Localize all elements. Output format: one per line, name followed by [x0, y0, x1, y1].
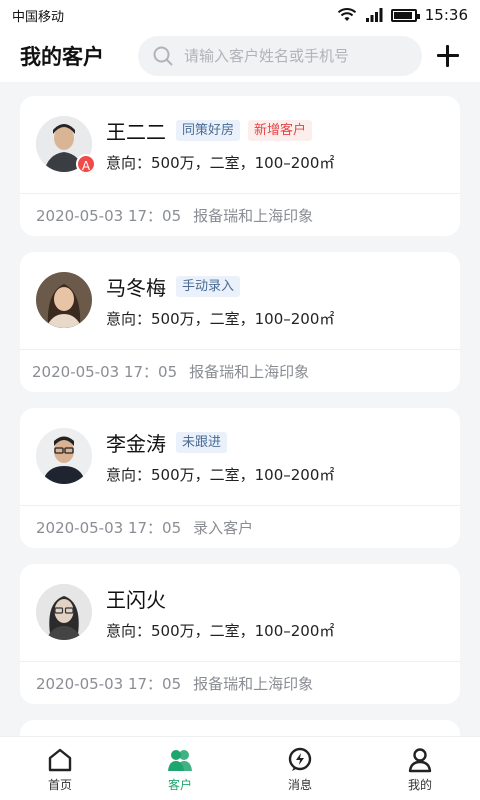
search-icon: [153, 46, 173, 66]
customer-card-main: 马冬梅 手动录入 意向：500万，二室，100–200㎡: [20, 252, 460, 350]
name-row: 王闪火: [106, 584, 444, 612]
record-action: 报备瑞和上海印象: [189, 362, 310, 381]
customer-info: 王闪火 意向：500万，二室，100–200㎡: [106, 584, 444, 661]
tab-home[interactable]: 首页: [0, 737, 120, 800]
customer-card[interactable]: 王闪火 意向：500万，二室，100–200㎡ 2020-05-03 17：05…: [20, 564, 460, 704]
carrier-label: 中国移动: [12, 9, 65, 25]
avatar-wrap: [36, 272, 92, 328]
add-customer-button[interactable]: [434, 42, 462, 70]
signal-icon: [365, 8, 383, 22]
customer-info: 李金涛 未跟进 意向：500万，二室，100–200㎡: [106, 428, 444, 505]
avatar-image: [36, 584, 92, 640]
app-header: 我的客户: [0, 30, 480, 82]
avatar: [36, 584, 92, 640]
avatar-wrap: A: [36, 116, 96, 174]
avatar-badge: A: [76, 154, 96, 174]
avatar: [36, 272, 92, 328]
customer-intent: 意向：500万，二室，100–200㎡: [106, 622, 335, 640]
customer-tag: 手动录入: [176, 275, 241, 297]
wifi-icon: [337, 8, 356, 21]
search-bar[interactable]: [138, 36, 422, 76]
customer-tag: 同策好房: [176, 119, 241, 141]
record-date: 2020-05-03 17：05: [36, 206, 182, 225]
avatar-wrap: [36, 428, 92, 484]
tab-messages[interactable]: 消息: [240, 737, 360, 800]
message-icon: [288, 747, 312, 771]
record-action: 录入客户: [193, 518, 254, 537]
tab-label: 首页: [47, 778, 72, 792]
customer-card-main: 王闪火 意向：500万，二室，100–200㎡: [20, 564, 460, 662]
record-action: 报备瑞和上海印象: [193, 206, 314, 225]
avatar-wrap: [36, 584, 92, 640]
customer-card-footer: 2020-05-03 17：05 报备瑞和上海印象: [20, 194, 460, 236]
status-bar: 中国移动 15:36: [0, 0, 480, 30]
record-date: 2020-05-03 17：05: [36, 674, 182, 693]
tab-customers[interactable]: 客户: [120, 737, 240, 800]
record-date: 2020-05-03 17：05: [32, 362, 178, 381]
customer-intent: 意向：500万，二室，100–200㎡: [106, 466, 335, 484]
customer-card-main: A 王二二 同策好房 新增客户 意向：500万，二室，100–200㎡: [20, 96, 460, 194]
customer-info: 马冬梅 手动录入 意向：500万，二室，100–200㎡: [106, 272, 444, 349]
tab-label: 消息: [287, 778, 312, 792]
customers-icon: [168, 750, 192, 771]
customer-name: 王闪火: [106, 587, 166, 612]
customer-tag: 未跟进: [176, 431, 228, 453]
name-row: 李金涛 未跟进: [106, 428, 444, 456]
customer-intent: 意向：500万，二室，100–200㎡: [106, 310, 335, 328]
customer-list: A 王二二 同策好房 新增客户 意向：500万，二室，100–200㎡ 2020…: [20, 96, 460, 776]
avatar: [36, 428, 92, 484]
record-action: 报备瑞和上海印象: [193, 674, 314, 693]
customer-intent: 意向：500万，二室，100–200㎡: [106, 154, 335, 172]
customer-card-footer: 2020-05-03 17：05 报备瑞和上海印象: [20, 350, 460, 392]
avatar-image: [36, 272, 92, 328]
customer-card[interactable]: 李金涛 未跟进 意向：500万，二室，100–200㎡ 2020-05-03 1…: [20, 408, 460, 548]
name-row: 王二二 同策好房 新增客户: [106, 116, 444, 144]
tab-profile[interactable]: 我的: [360, 737, 480, 800]
bottom-tab-bar: 首页 客户 消息 我的: [0, 736, 480, 800]
clock: 15:36: [424, 6, 468, 24]
home-icon: [48, 748, 72, 772]
customer-card[interactable]: 马冬梅 手动录入 意向：500万，二室，100–200㎡ 2020-05-03 …: [20, 252, 460, 392]
customer-card-footer: 2020-05-03 17：05 报备瑞和上海印象: [20, 662, 460, 704]
customer-card[interactable]: A 王二二 同策好房 新增客户 意向：500万，二室，100–200㎡ 2020…: [20, 96, 460, 236]
system-icons: 15:36: [337, 6, 468, 24]
tab-label: 我的: [407, 778, 432, 792]
profile-icon: [408, 748, 432, 773]
battery-icon: [390, 8, 420, 22]
customer-name: 马冬梅: [106, 275, 166, 300]
page-title: 我的客户: [20, 45, 104, 69]
name-row: 马冬梅 手动录入: [106, 272, 444, 300]
customer-card-main: 李金涛 未跟进 意向：500万，二室，100–200㎡: [20, 408, 460, 506]
search-input[interactable]: [184, 47, 404, 65]
record-date: 2020-05-03 17：05: [36, 518, 182, 537]
customer-tag: 新增客户: [248, 119, 313, 141]
customer-info: 王二二 同策好房 新增客户 意向：500万，二室，100–200㎡: [106, 116, 444, 193]
tab-label: 客户: [167, 778, 192, 792]
customer-card-footer: 2020-05-03 17：05 录入客户: [20, 506, 460, 548]
avatar-image: [36, 428, 92, 484]
customer-name: 李金涛: [106, 431, 166, 456]
customer-name: 王二二: [106, 119, 166, 144]
